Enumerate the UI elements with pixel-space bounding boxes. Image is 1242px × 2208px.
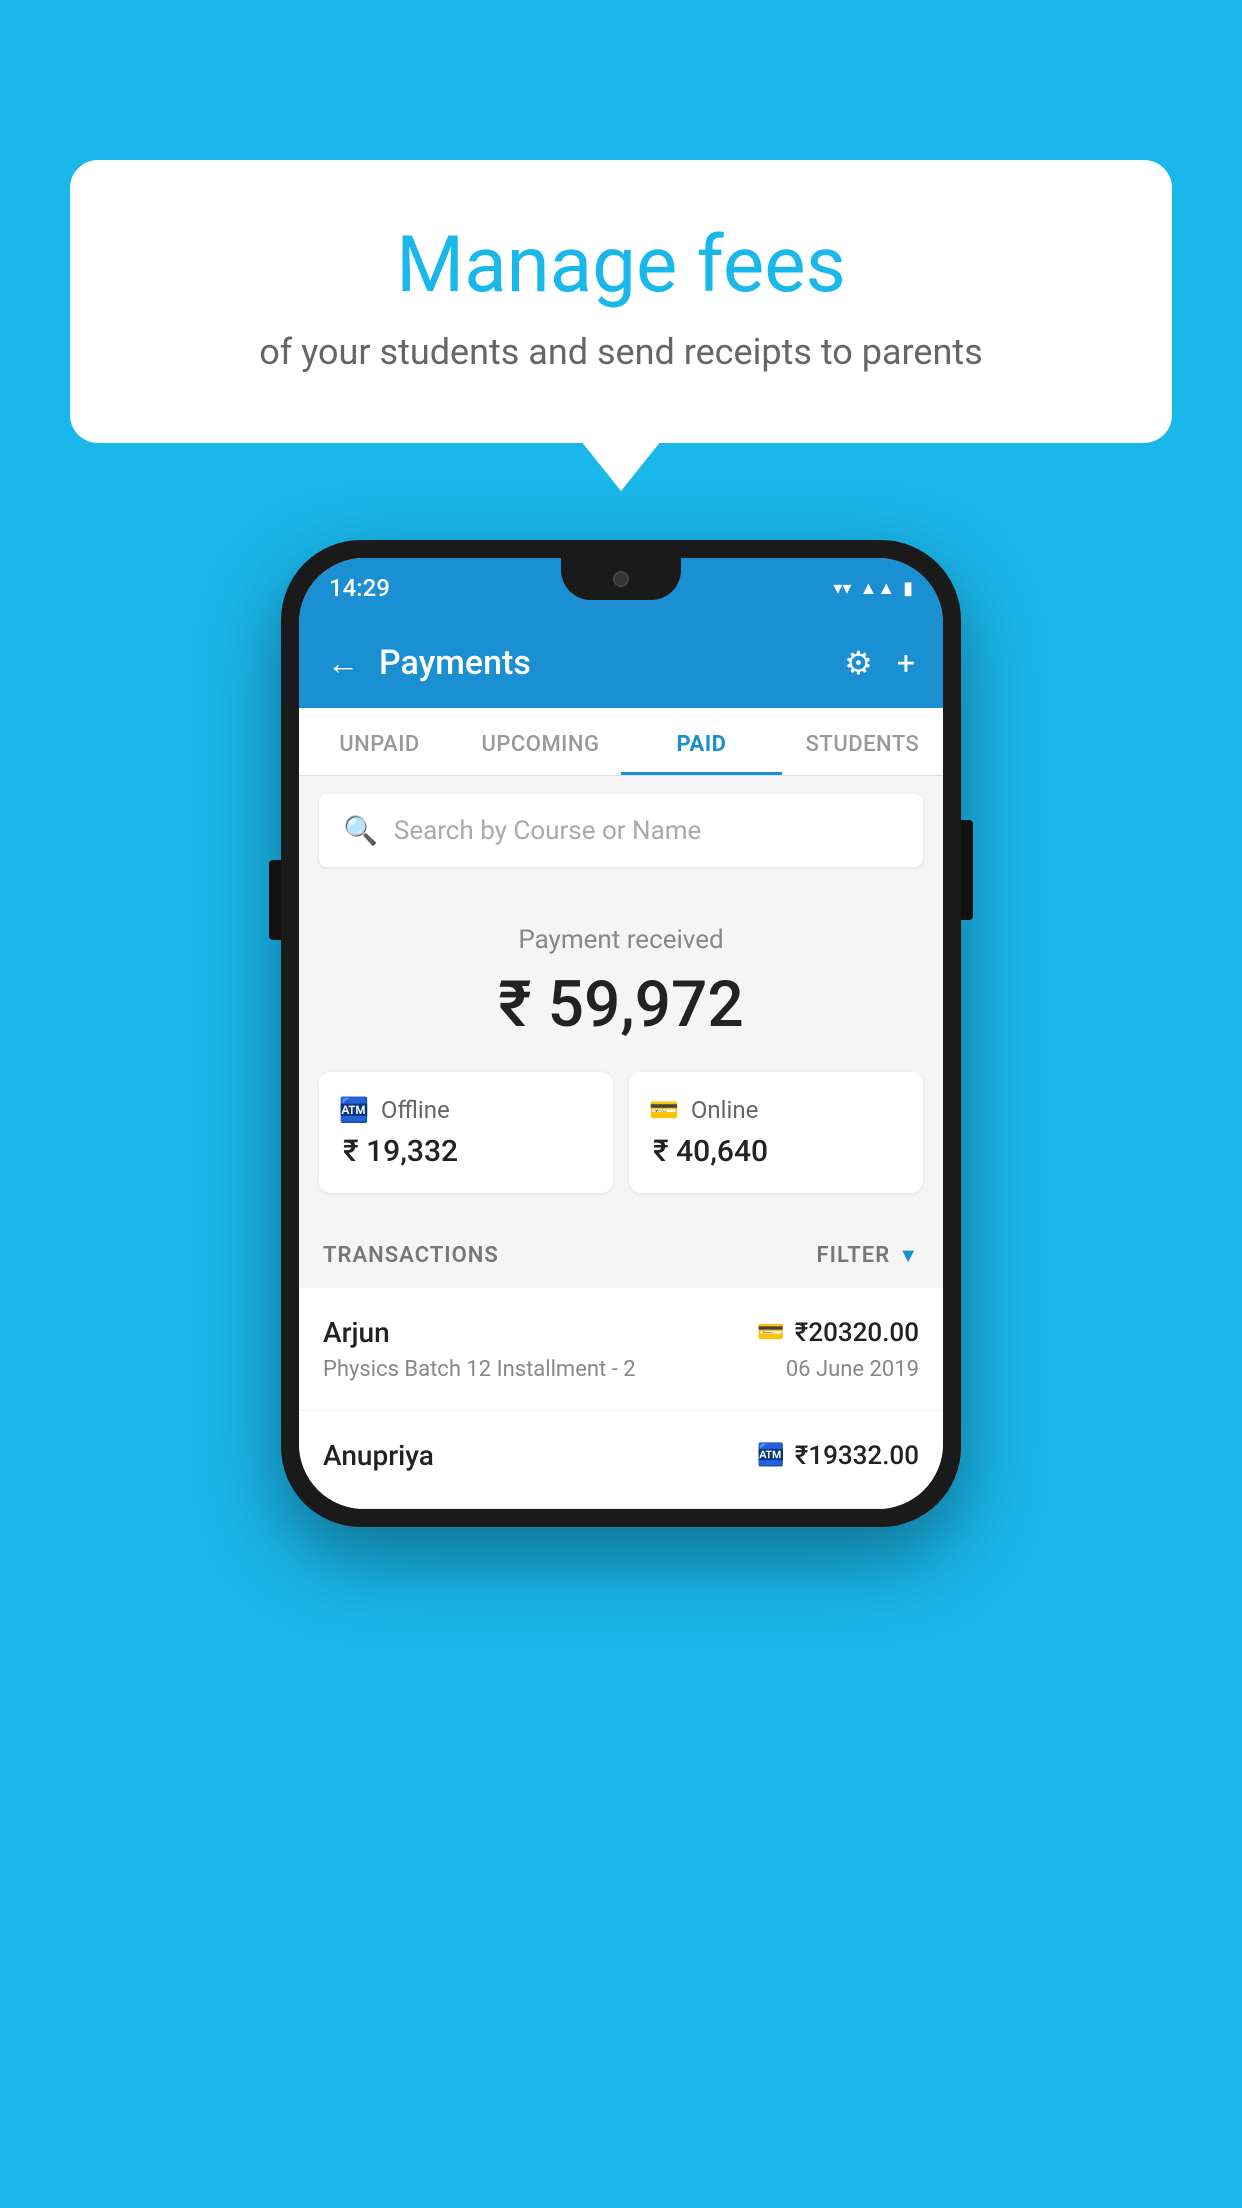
transaction-amount: ₹19332.00 [795, 1441, 919, 1471]
payment-cards: 🏧 Offline ₹ 19,332 💳 Online ₹ 40,640 [319, 1072, 923, 1193]
search-bar[interactable]: 🔍 Search by Course or Name [319, 794, 923, 867]
add-button[interactable]: + [897, 644, 915, 682]
app-header: ← Payments ⚙ + [299, 618, 943, 708]
tab-students[interactable]: STUDENTS [782, 708, 943, 775]
online-icon: 💳 [649, 1096, 679, 1124]
transaction-amount-row: 💳 ₹20320.00 [757, 1318, 919, 1348]
offline-icon: 🏧 [339, 1096, 369, 1124]
online-amount: ₹ 40,640 [649, 1134, 903, 1169]
tab-bar: UNPAID UPCOMING PAID STUDENTS [299, 708, 943, 776]
search-input[interactable]: Search by Course or Name [394, 816, 701, 846]
payment-received-label: Payment received [319, 925, 923, 955]
transaction-name: Anupriya [323, 1439, 434, 1472]
settings-icon[interactable]: ⚙ [844, 644, 873, 682]
transaction-item[interactable]: Arjun 💳 ₹20320.00 Physics Batch 12 Insta… [299, 1288, 943, 1411]
online-card-header: 💳 Online [649, 1096, 903, 1124]
signal-icon: ▲▲ [859, 578, 895, 599]
tab-unpaid[interactable]: UNPAID [299, 708, 460, 775]
transactions-label: TRANSACTIONS [323, 1243, 499, 1268]
status-time: 14:29 [329, 574, 390, 602]
phone-mockup: 14:29 ▾▾ ▲▲ ▮ ← Payments ⚙ + UNPAID UP [281, 540, 961, 1527]
transaction-row-1: Anupriya 🏧 ₹19332.00 [323, 1439, 919, 1472]
payment-summary: Payment received ₹ 59,972 🏧 Offline ₹ 19… [299, 885, 943, 1223]
transaction-amount: ₹20320.00 [795, 1318, 919, 1348]
wifi-icon: ▾▾ [833, 578, 851, 599]
page-title: Payments [379, 643, 824, 683]
online-label: Online [691, 1096, 758, 1124]
offline-payment-icon: 🏧 [757, 1443, 784, 1468]
offline-label: Offline [381, 1096, 450, 1124]
phone-notch [561, 558, 681, 600]
transactions-header: TRANSACTIONS FILTER ▼ [299, 1223, 943, 1288]
status-icons: ▾▾ ▲▲ ▮ [833, 578, 913, 599]
bubble-title: Manage fees [150, 220, 1092, 311]
filter-label: FILTER [817, 1243, 891, 1268]
tab-paid[interactable]: PAID [621, 708, 782, 775]
transaction-details-row: Physics Batch 12 Installment - 2 06 June… [323, 1357, 919, 1382]
transaction-date: 06 June 2019 [786, 1357, 919, 1382]
header-icons: ⚙ + [844, 644, 915, 682]
transaction-item[interactable]: Anupriya 🏧 ₹19332.00 [299, 1411, 943, 1509]
back-button[interactable]: ← [327, 644, 359, 682]
phone-screen: 14:29 ▾▾ ▲▲ ▮ ← Payments ⚙ + UNPAID UP [299, 558, 943, 1509]
filter-icon: ▼ [898, 1243, 919, 1268]
online-card: 💳 Online ₹ 40,640 [629, 1072, 923, 1193]
search-container: 🔍 Search by Course or Name [299, 776, 943, 885]
offline-amount: ₹ 19,332 [339, 1134, 593, 1169]
phone-frame: 14:29 ▾▾ ▲▲ ▮ ← Payments ⚙ + UNPAID UP [281, 540, 961, 1527]
bubble-subtitle: of your students and send receipts to pa… [150, 331, 1092, 373]
speech-bubble: Manage fees of your students and send re… [70, 160, 1172, 443]
hero-section: Manage fees of your students and send re… [70, 160, 1172, 443]
offline-card-header: 🏧 Offline [339, 1096, 593, 1124]
battery-icon: ▮ [903, 578, 913, 599]
transaction-amount-row: 🏧 ₹19332.00 [757, 1441, 919, 1471]
search-icon: 🔍 [343, 814, 378, 847]
transaction-course: Physics Batch 12 Installment - 2 [323, 1357, 636, 1382]
online-payment-icon: 💳 [757, 1320, 784, 1345]
transaction-row-1: Arjun 💳 ₹20320.00 [323, 1316, 919, 1349]
notch-camera [613, 571, 629, 587]
offline-card: 🏧 Offline ₹ 19,332 [319, 1072, 613, 1193]
filter-button[interactable]: FILTER ▼ [817, 1243, 919, 1268]
transaction-name: Arjun [323, 1316, 390, 1349]
tab-upcoming[interactable]: UPCOMING [460, 708, 621, 775]
payment-total-amount: ₹ 59,972 [319, 967, 923, 1042]
